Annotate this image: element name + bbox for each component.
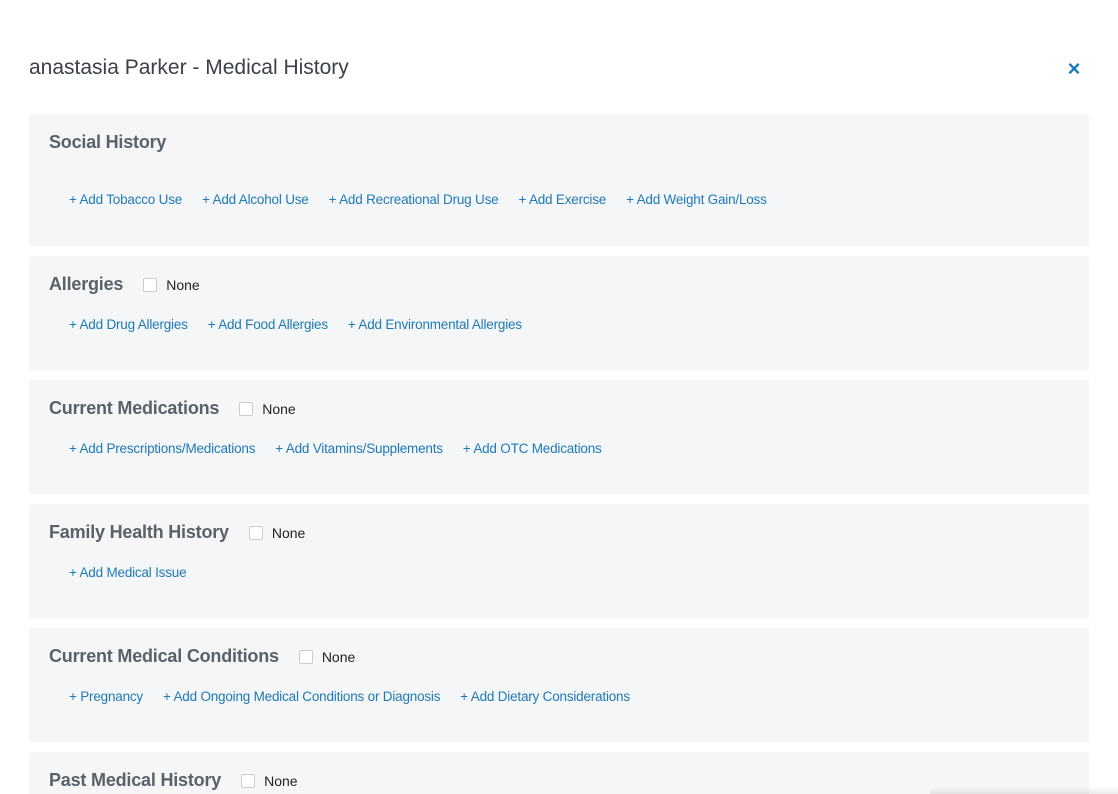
add-links: + Add Medical Issue [69, 565, 206, 580]
medical-history-modal: anastasia Parker - Medical History × Soc… [0, 0, 1118, 794]
add-links: + Add Drug Allergies + Add Food Allergie… [69, 317, 542, 332]
checkbox[interactable] [248, 525, 263, 540]
section-current-medications: Current Medications None + Add Prescript… [29, 380, 1089, 494]
section-header: Past Medical History None [49, 770, 298, 791]
section-current-medical-conditions: Current Medical Conditions None + Pregna… [29, 628, 1089, 742]
none-label: None [166, 276, 200, 293]
add-prescriptions-link[interactable]: + Add Prescriptions/Medications [69, 441, 255, 456]
checkbox[interactable] [143, 277, 158, 292]
scroll-shadow [930, 786, 1118, 794]
add-vitamins-link[interactable]: + Add Vitamins/Supplements [275, 441, 443, 456]
section-title: Current Medications [49, 398, 220, 418]
add-pregnancy-link[interactable]: + Pregnancy [69, 689, 143, 704]
section-title: Past Medical History [49, 770, 222, 790]
add-alcohol-use-link[interactable]: + Add Alcohol Use [202, 192, 309, 207]
add-links: + Add Prescriptions/Medications + Add Vi… [69, 441, 622, 456]
add-medical-issue-link[interactable]: + Add Medical Issue [69, 565, 187, 580]
none-checkbox-allergies[interactable]: None [143, 276, 200, 293]
add-links: + Add Tobacco Use + Add Alcohol Use + Ad… [69, 192, 787, 207]
add-links: + Pregnancy + Add Ongoing Medical Condit… [69, 689, 650, 704]
none-label: None [264, 772, 298, 789]
none-label: None [321, 648, 356, 665]
section-header: Current Medications None [49, 398, 296, 419]
modal-title: anastasia Parker - Medical History [29, 56, 349, 79]
checkbox[interactable] [298, 649, 313, 664]
none-checkbox-past[interactable]: None [241, 772, 298, 789]
none-checkbox-conditions[interactable]: None [298, 648, 356, 665]
add-weight-gain-loss-link[interactable]: + Add Weight Gain/Loss [626, 192, 767, 207]
checkbox[interactable] [239, 401, 254, 416]
add-ongoing-conditions-link[interactable]: + Add Ongoing Medical Conditions or Diag… [163, 689, 440, 704]
section-header: Allergies None [49, 274, 200, 295]
add-otc-medications-link[interactable]: + Add OTC Medications [463, 441, 602, 456]
add-recreational-drug-use-link[interactable]: + Add Recreational Drug Use [329, 192, 499, 207]
add-environmental-allergies-link[interactable]: + Add Environmental Allergies [348, 317, 522, 332]
close-icon[interactable]: × [1064, 58, 1084, 80]
section-title: Social History [49, 132, 167, 152]
section-social-history: Social History + Add Tobacco Use + Add A… [29, 115, 1089, 246]
section-past-medical-history: Past Medical History None [29, 752, 1089, 794]
section-title: Current Medical Conditions [49, 646, 279, 666]
add-exercise-link[interactable]: + Add Exercise [518, 192, 606, 207]
section-title: Allergies [49, 274, 124, 294]
none-label: None [271, 524, 306, 541]
checkbox[interactable] [241, 773, 256, 788]
add-tobacco-use-link[interactable]: + Add Tobacco Use [69, 192, 182, 207]
none-checkbox-medications[interactable]: None [239, 400, 296, 417]
section-title: Family Health History [49, 522, 229, 542]
none-label: None [262, 400, 296, 417]
add-drug-allergies-link[interactable]: + Add Drug Allergies [69, 317, 188, 332]
add-dietary-considerations-link[interactable]: + Add Dietary Considerations [460, 689, 630, 704]
section-family-health-history: Family Health History None + Add Medical… [29, 504, 1089, 618]
section-allergies: Allergies None + Add Drug Allergies + Ad… [29, 256, 1089, 370]
section-header: Current Medical Conditions None [49, 646, 355, 667]
section-header: Family Health History None [49, 522, 305, 543]
section-header: Social History [49, 132, 166, 153]
sections-container: Social History + Add Tobacco Use + Add A… [29, 115, 1089, 794]
add-food-allergies-link[interactable]: + Add Food Allergies [208, 317, 328, 332]
none-checkbox-family[interactable]: None [248, 524, 306, 541]
